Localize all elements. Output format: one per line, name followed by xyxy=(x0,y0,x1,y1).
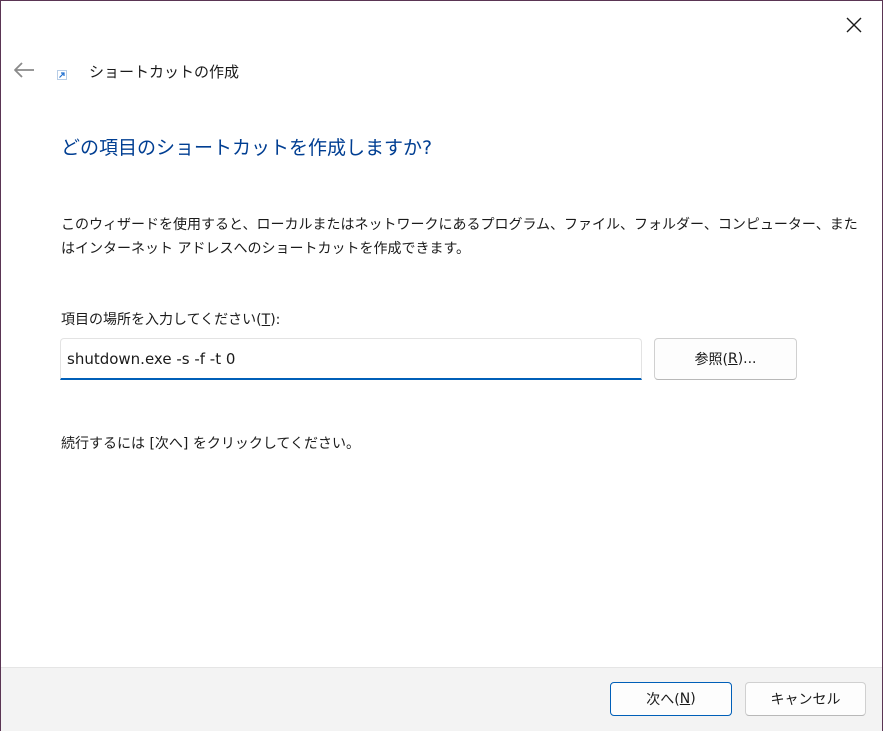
close-button[interactable] xyxy=(840,11,868,39)
description-line-2: はインターネット アドレスへのショートカットを作成できます。 xyxy=(61,241,471,257)
label-mnemonic: T xyxy=(261,312,271,328)
shortcut-arrow-icon xyxy=(57,70,67,80)
next-button[interactable]: 次へ(N) xyxy=(610,682,732,716)
browse-button[interactable]: 参照(R)... xyxy=(654,338,797,380)
browse-suffix: )... xyxy=(737,351,757,367)
page-heading: どの項目のショートカットを作成しますか? xyxy=(61,137,433,159)
back-arrow-icon xyxy=(14,62,34,78)
label-suffix: ): xyxy=(270,312,281,328)
close-icon xyxy=(846,17,862,33)
next-suffix: ) xyxy=(690,691,696,707)
browse-mnemonic: R xyxy=(727,351,738,367)
continue-hint: 続行するには [次へ] をクリックしてください。 xyxy=(61,436,360,452)
location-input[interactable] xyxy=(60,338,642,380)
create-shortcut-window: ショートカットの作成 どの項目のショートカットを作成しますか? このウィザードを… xyxy=(0,0,883,731)
window-title: ショートカットの作成 xyxy=(89,63,240,81)
cancel-button[interactable]: キャンセル xyxy=(745,682,866,716)
wizard-description: このウィザードを使用すると、ローカルまたはネットワークにあるプログラム、ファイル… xyxy=(61,213,858,261)
back-button[interactable] xyxy=(11,57,37,83)
description-line-1: このウィザードを使用すると、ローカルまたはネットワークにあるプログラム、ファイル… xyxy=(61,217,858,233)
next-prefix: 次へ( xyxy=(646,692,680,708)
label-prefix: 項目の場所を入力してください( xyxy=(61,312,262,328)
next-mnemonic: N xyxy=(679,691,691,707)
location-field-label: 項目の場所を入力してください(T): xyxy=(61,309,280,329)
browse-prefix: 参照( xyxy=(694,352,728,368)
